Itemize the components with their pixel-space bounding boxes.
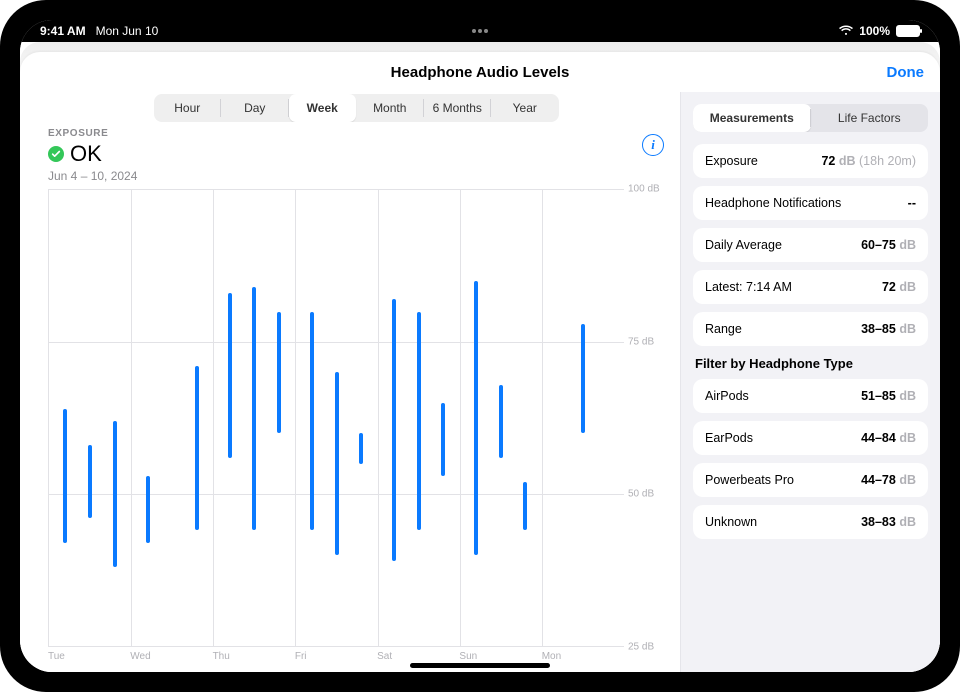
statusbar-time: 9:41 AM — [40, 24, 86, 38]
sidebar: MeasurementsLife Factors Exposure 72 dB (… — [680, 92, 940, 672]
measure-row-2-value: 60–75 dB — [861, 238, 916, 252]
screen: 9:41 AM Mon Jun 10 100% Headphone Audio … — [20, 20, 940, 672]
chart-bar[interactable] — [310, 312, 314, 531]
filter-row-2-label: Powerbeats Pro — [705, 473, 794, 487]
multitask-dots[interactable] — [472, 29, 488, 33]
chart-bar[interactable] — [195, 366, 199, 530]
chart-bar[interactable] — [581, 324, 585, 433]
segment-day[interactable]: Day — [221, 94, 289, 122]
x-tick: Thu — [213, 651, 295, 662]
x-tick: Sat — [377, 651, 459, 662]
filter-row-1-value: 44–84 dB — [861, 431, 916, 445]
chart-bar[interactable] — [335, 372, 339, 554]
filter-row-3-label: Unknown — [705, 515, 757, 529]
sheet: Headphone Audio Levels Done HourDayWeekM… — [20, 42, 940, 672]
chart-bar[interactable] — [359, 433, 363, 463]
filter-row-0-value: 51–85 dB — [861, 389, 916, 403]
measure-row-1-value: -- — [908, 196, 916, 210]
filter-row-3-value: 38–83 dB — [861, 515, 916, 529]
measure-row-0-value: 72 dB (18h 20m) — [821, 154, 916, 168]
time-range-segmented[interactable]: HourDayWeekMonth6 MonthsYear — [154, 94, 559, 122]
measure-row-3-label: Latest: 7:14 AM — [705, 280, 792, 294]
vgrid — [542, 190, 543, 646]
y-tick: 100 dB — [628, 184, 664, 195]
y-tick: 75 dB — [628, 336, 664, 347]
vgrid — [460, 190, 461, 646]
x-tick: Sun — [459, 651, 541, 662]
wifi-icon — [839, 25, 853, 37]
measure-row-4-label: Range — [705, 322, 742, 336]
chart-bar[interactable] — [499, 385, 503, 458]
vgrid — [131, 190, 132, 646]
chart-bar[interactable] — [417, 312, 421, 531]
segment-month[interactable]: Month — [356, 94, 424, 122]
chart-bar[interactable] — [113, 421, 117, 567]
segment-week[interactable]: Week — [289, 94, 357, 122]
exposure-label: EXPOSURE — [48, 128, 137, 139]
measure-row-0-label: Exposure — [705, 154, 758, 168]
chart-bar[interactable] — [523, 482, 527, 531]
done-button[interactable]: Done — [887, 52, 925, 92]
measure-row-1: Headphone Notifications -- — [693, 186, 928, 220]
chart-bar[interactable] — [63, 409, 67, 543]
chart-bar[interactable] — [474, 281, 478, 555]
chart-bar[interactable] — [441, 403, 445, 476]
chart-bar[interactable] — [252, 287, 256, 530]
measure-row-4: Range 38–85 dB — [693, 312, 928, 346]
chart-bar[interactable] — [392, 299, 396, 560]
device-frame: 9:41 AM Mon Jun 10 100% Headphone Audio … — [0, 0, 960, 692]
gridline — [49, 342, 624, 343]
x-tick: Fri — [295, 651, 377, 662]
statusbar-date: Mon Jun 10 — [96, 24, 159, 38]
tab-life-factors[interactable]: Life Factors — [811, 104, 929, 132]
filter-row-1-label: EarPods — [705, 431, 753, 445]
x-tick: Mon — [542, 651, 624, 662]
measure-row-1-label: Headphone Notifications — [705, 196, 841, 210]
sheet-header: Headphone Audio Levels Done — [20, 52, 940, 92]
chart-bar[interactable] — [277, 312, 281, 434]
filter-row-3[interactable]: Unknown 38–83 dB — [693, 505, 928, 539]
exposure-status: OK — [48, 141, 137, 167]
measure-row-4-value: 38–85 dB — [861, 322, 916, 336]
chart-bar[interactable] — [228, 293, 232, 457]
sidebar-tabs[interactable]: MeasurementsLife Factors — [693, 104, 928, 132]
chart-bar[interactable] — [146, 476, 150, 543]
tab-measurements[interactable]: Measurements — [693, 104, 811, 132]
chart[interactable]: 25 dB50 dB75 dB100 dB — [48, 189, 664, 647]
filter-row-0-label: AirPods — [705, 389, 749, 403]
filter-heading: Filter by Headphone Type — [695, 356, 926, 371]
y-tick: 50 dB — [628, 489, 664, 500]
measure-row-3: Latest: 7:14 AM 72 dB — [693, 270, 928, 304]
filter-row-2-value: 44–78 dB — [861, 473, 916, 487]
exposure-status-text: OK — [70, 141, 102, 167]
battery-icon — [896, 25, 920, 37]
chart-bar[interactable] — [88, 445, 92, 518]
vgrid — [295, 190, 296, 646]
checkmark-icon — [48, 146, 64, 162]
segment-6-months[interactable]: 6 Months — [424, 94, 492, 122]
home-indicator[interactable] — [410, 663, 550, 668]
filter-row-1[interactable]: EarPods 44–84 dB — [693, 421, 928, 455]
measure-row-2-label: Daily Average — [705, 238, 782, 252]
vgrid — [213, 190, 214, 646]
measure-row-2: Daily Average 60–75 dB — [693, 228, 928, 262]
x-tick: Wed — [130, 651, 212, 662]
statusbar: 9:41 AM Mon Jun 10 100% — [20, 20, 940, 42]
y-tick: 25 dB — [628, 642, 664, 653]
vgrid — [378, 190, 379, 646]
date-range: Jun 4 – 10, 2024 — [48, 169, 137, 183]
measure-row-3-value: 72 dB — [882, 280, 916, 294]
segment-year[interactable]: Year — [491, 94, 559, 122]
statusbar-battery-pct: 100% — [859, 24, 890, 38]
page-title: Headphone Audio Levels — [391, 64, 570, 81]
x-tick: Tue — [48, 651, 130, 662]
info-icon[interactable]: i — [642, 134, 664, 156]
segment-hour[interactable]: Hour — [154, 94, 222, 122]
filter-row-0[interactable]: AirPods 51–85 dB — [693, 379, 928, 413]
filter-row-2[interactable]: Powerbeats Pro 44–78 dB — [693, 463, 928, 497]
measure-row-0: Exposure 72 dB (18h 20m) — [693, 144, 928, 178]
